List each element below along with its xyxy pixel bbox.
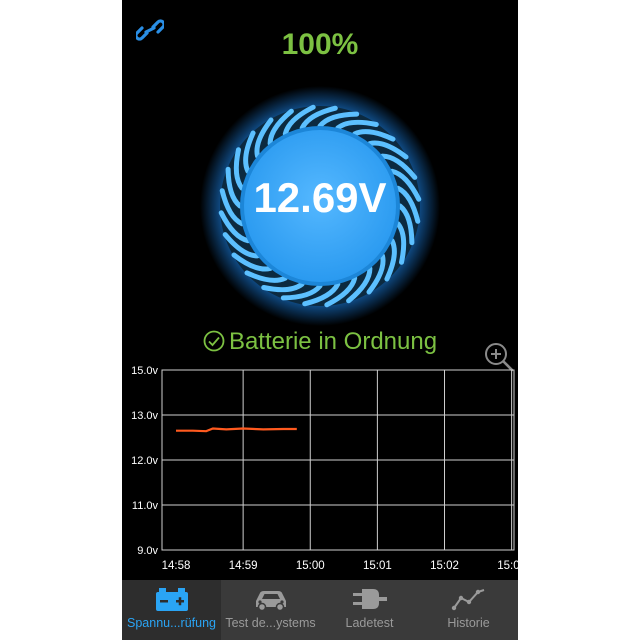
chart-x-tick-label: 14:59 [229,560,258,572]
car-icon [255,591,286,612]
nav-tab-history[interactable]: Historie [419,580,518,640]
plug-icon [352,589,387,609]
history-graph-icon [451,589,484,611]
chart-x-tick-label: 15:03 [497,560,518,572]
chart-y-tick-label: 15.0v [131,365,158,377]
chart-x-tick-label: 15:00 [296,560,325,572]
chart-y-tick-label: 13.0v [131,410,158,422]
chart-y-tick-label: 12.0v [131,455,158,467]
check-circle-icon [203,330,225,352]
nav-tab-label: Spannu...rüfung [127,616,216,630]
voltage-readout: 12.69V [253,174,387,221]
nav-tab-label: Ladetest [345,616,394,630]
app-screen: 100% 12.69V Batterie in Ordnung 14:58 14… [122,0,518,640]
battery-status: Batterie in Ordnung [122,328,518,356]
nav-tab-voltage-test[interactable]: Spannu...rüfung [122,580,221,640]
charge-percent: 100% [281,28,359,61]
chart-x-tick-label: 14:58 [162,560,191,572]
chart-y-tick-label: 9.0v [137,545,158,557]
nav-tab-label: Historie [447,616,490,630]
nav-tab-charge-test[interactable]: Ladetest [320,580,419,640]
nav-tab-label: Test de...ystems [225,616,316,630]
chart-voltage-line [176,427,297,433]
nav-tab-system-test[interactable]: Test de...ystems [221,580,320,640]
battery-status-text: Batterie in Ordnung [228,328,438,355]
chart-y-tick-label: 11.0v [132,500,159,512]
battery-icon [155,588,188,611]
chart-x-tick-label: 15:02 [430,560,459,572]
bottom-navigation: Spannu...rüfung Test de...ystems Ladetes… [122,580,518,640]
voltage-chart: 14:58 14:59 15:00 15:01 15:02 15:03 15.0v 13.0v… [131,365,518,572]
chart-x-tick-label: 15:01 [363,560,392,572]
